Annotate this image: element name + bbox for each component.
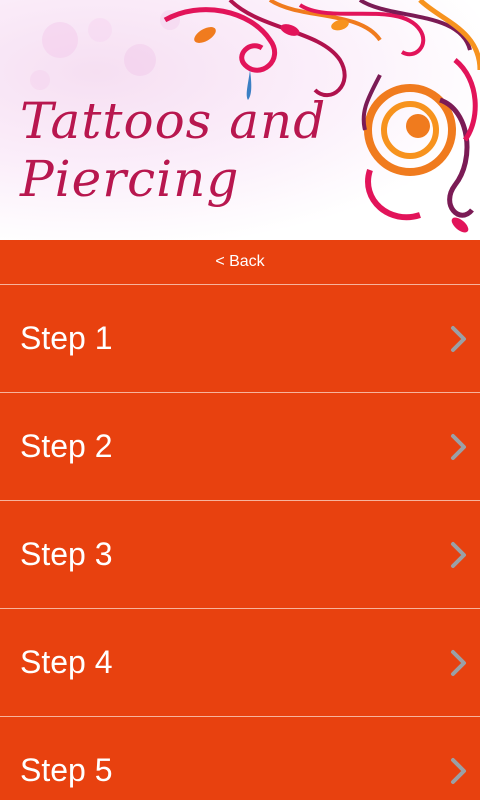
chevron-right-icon xyxy=(451,325,466,352)
list-item-step-5[interactable]: Step 5 xyxy=(0,717,480,800)
step-label: Step 2 xyxy=(20,428,113,464)
back-button[interactable]: < Back xyxy=(215,253,264,271)
app-title-line2: Piercing xyxy=(20,150,240,208)
list-item-step-1[interactable]: Step 1 xyxy=(0,285,480,393)
list-item-step-3[interactable]: Step 3 xyxy=(0,501,480,609)
step-list: Step 1 Step 2 Step 3 Step 4 Step 5 xyxy=(0,285,480,800)
step-label: Step 3 xyxy=(20,536,113,572)
header-banner: Tattoos and Piercing xyxy=(0,0,480,240)
step-label: Step 4 xyxy=(20,644,113,680)
chevron-right-icon xyxy=(451,433,466,460)
step-label: Step 1 xyxy=(20,320,113,356)
list-item-step-4[interactable]: Step 4 xyxy=(0,609,480,717)
list-item-step-2[interactable]: Step 2 xyxy=(0,393,480,501)
back-bar[interactable]: < Back xyxy=(0,240,480,285)
app-screen: Tattoos and Piercing < Back Step 1 Step … xyxy=(0,0,480,800)
chevron-right-icon xyxy=(451,541,466,568)
app-title-line1: Tattoos and xyxy=(20,92,327,150)
chevron-right-icon xyxy=(451,649,466,676)
app-title: Tattoos and Piercing xyxy=(20,92,326,208)
step-label: Step 5 xyxy=(20,752,113,788)
chevron-right-icon xyxy=(451,757,466,784)
